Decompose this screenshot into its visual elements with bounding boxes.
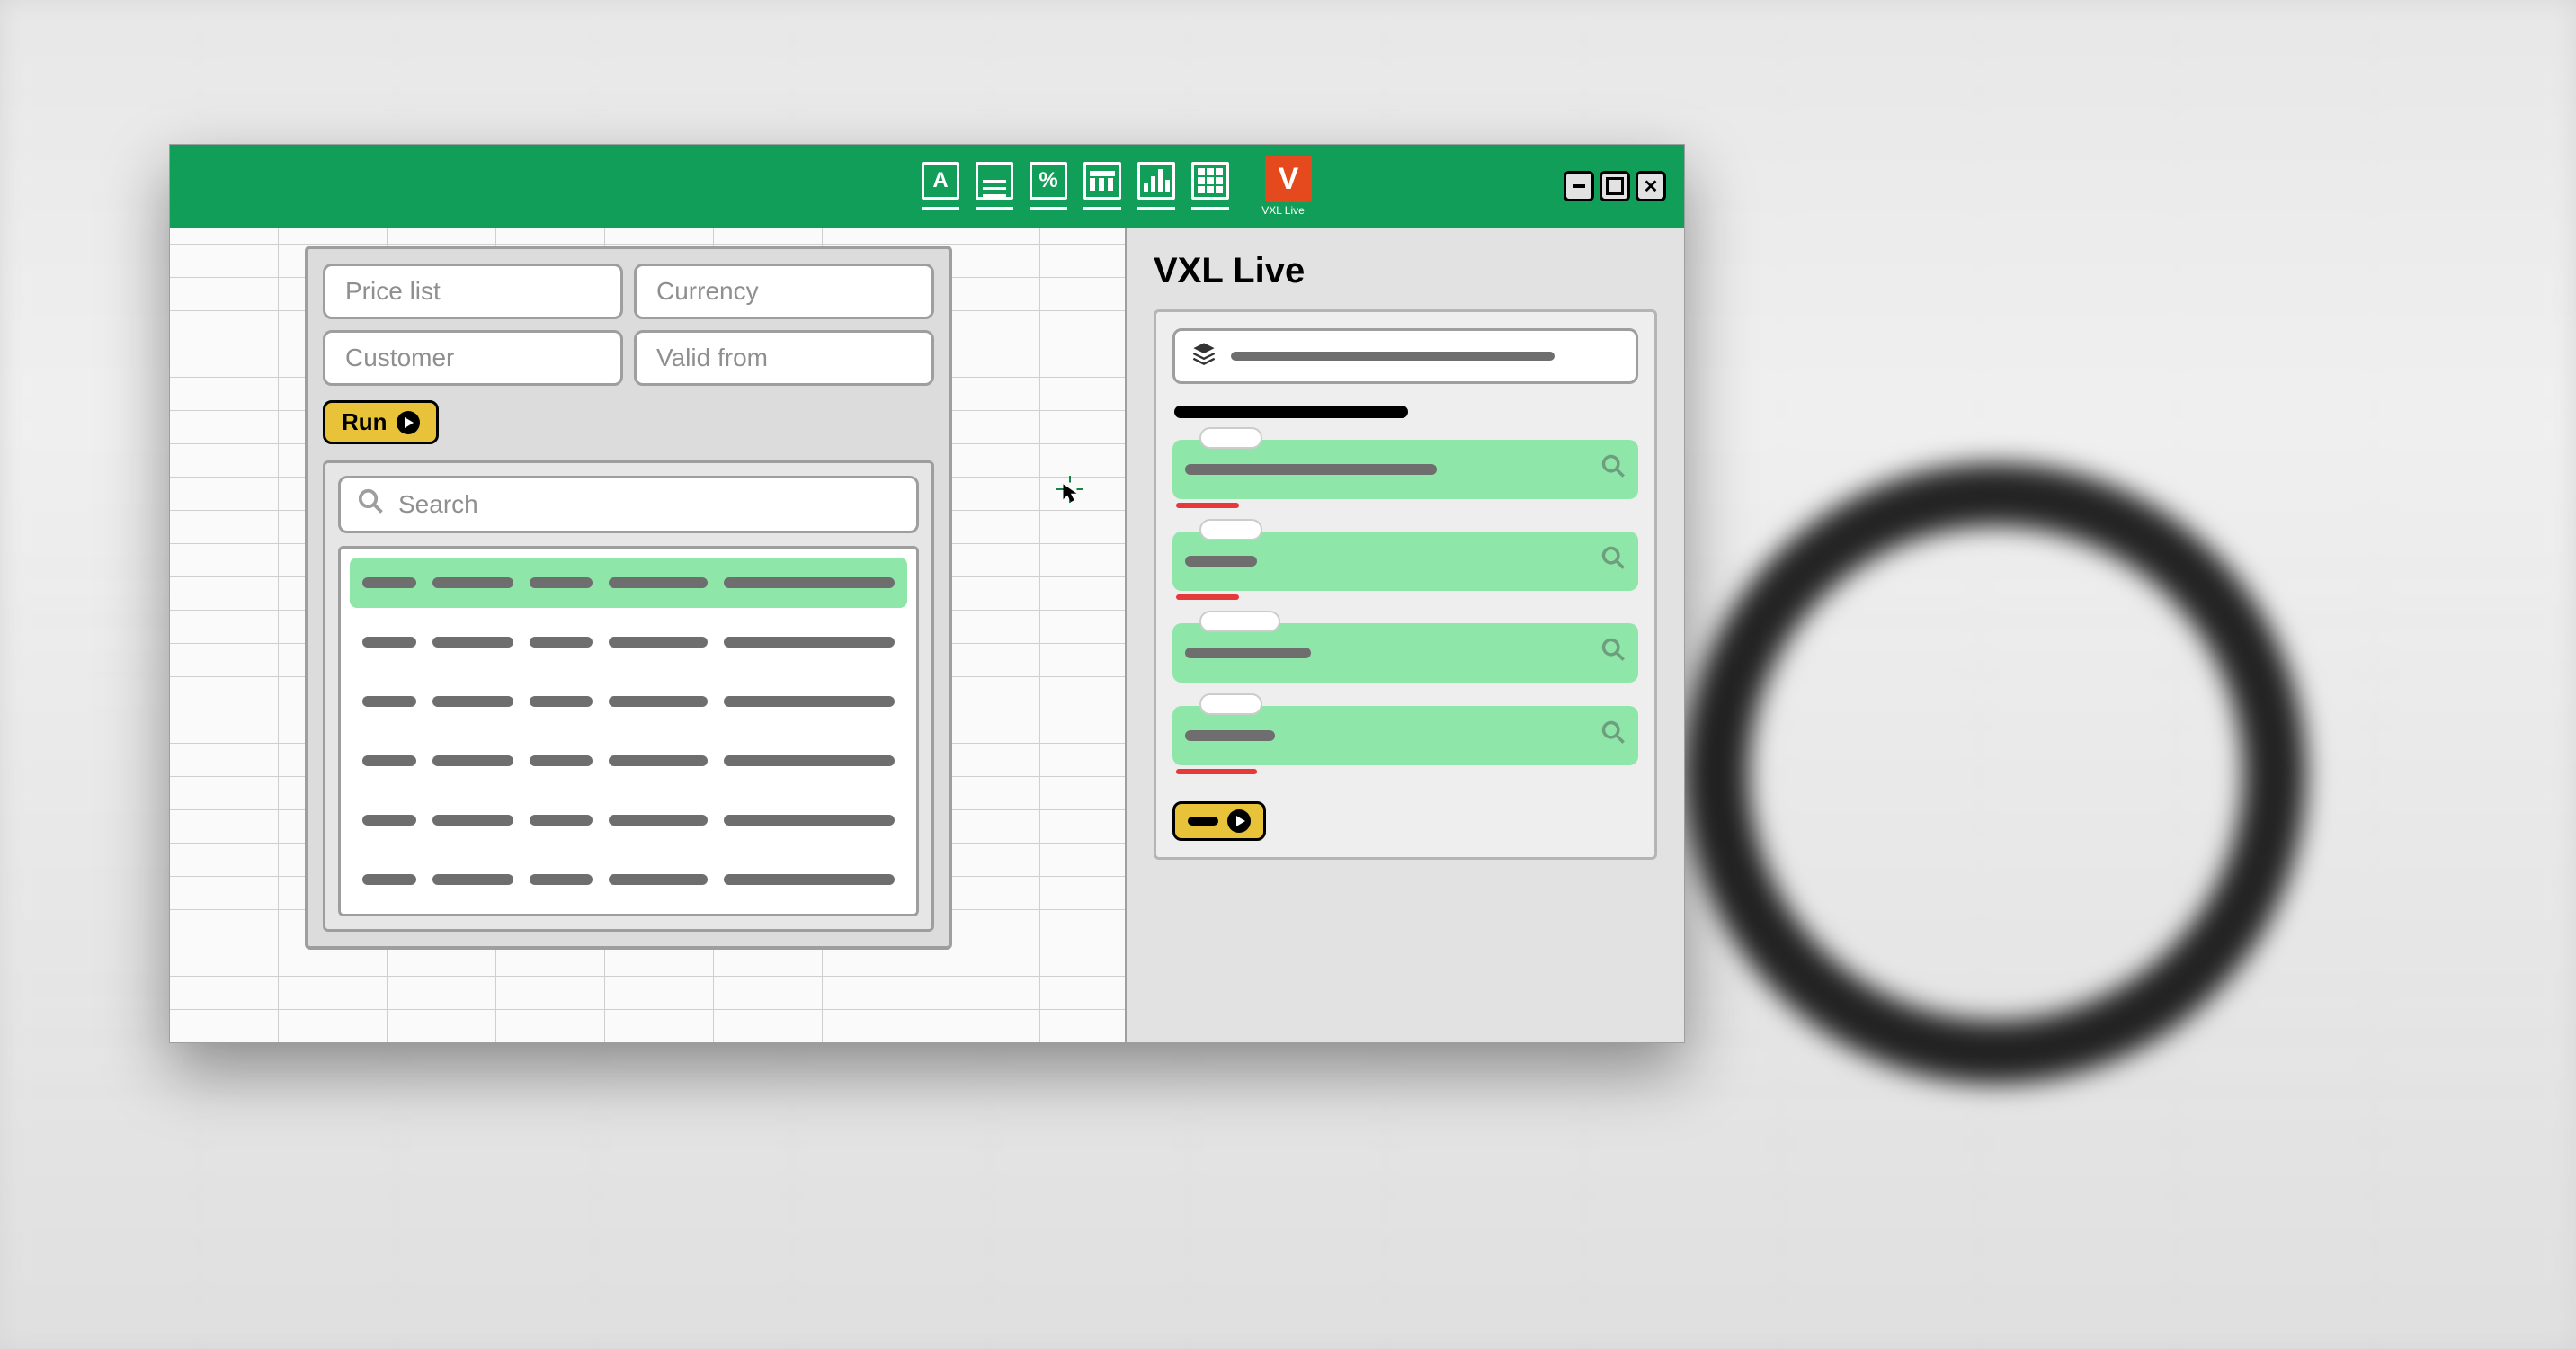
search-icon[interactable] [1600, 637, 1626, 669]
dropdown-value-placeholder [1231, 352, 1555, 361]
toolbar-grid-button[interactable] [1190, 162, 1231, 210]
parameter-field-3[interactable] [1172, 623, 1638, 683]
validation-error-indicator [1176, 503, 1239, 508]
section-label [1174, 406, 1408, 418]
parameter-field-2[interactable] [1172, 532, 1638, 591]
search-icon[interactable] [1600, 719, 1626, 752]
app-window: A % [169, 144, 1685, 1043]
valid-from-field[interactable]: Valid from [634, 330, 934, 386]
search-icon[interactable] [1600, 453, 1626, 486]
play-icon [397, 411, 420, 434]
side-panel: VXL Live [1127, 228, 1684, 1042]
titlebar: A % [170, 145, 1684, 228]
customer-field[interactable]: Customer [323, 330, 623, 386]
vxl-live-addin-button[interactable]: V VXL Live [1254, 156, 1312, 217]
validation-error-indicator [1176, 594, 1239, 600]
currency-field[interactable]: Currency [634, 264, 934, 319]
grid-icon [1191, 162, 1229, 200]
toolbar-percent-button[interactable]: % [1028, 162, 1069, 210]
result-row[interactable] [350, 795, 907, 845]
vxl-logo-caption: VXL Live [1261, 204, 1305, 217]
validation-error-indicator [1176, 769, 1257, 774]
parameter-field-1[interactable] [1172, 440, 1638, 499]
spreadsheet-area[interactable]: Price list Currency Customer Valid from … [170, 228, 1127, 1042]
dataset-dropdown[interactable] [1172, 328, 1638, 384]
percent-icon: % [1030, 162, 1067, 200]
result-row-selected[interactable] [350, 558, 907, 608]
toolbar-font-button[interactable]: A [920, 162, 961, 210]
go-button[interactable] [1172, 801, 1266, 841]
go-button-label [1188, 817, 1218, 826]
side-panel-title: VXL Live [1154, 251, 1657, 291]
window-controls [1564, 171, 1666, 201]
toolbar-table-button[interactable] [1082, 162, 1123, 210]
table-layout-icon [1083, 162, 1121, 200]
play-icon [1227, 809, 1251, 833]
search-icon[interactable] [1600, 545, 1626, 577]
parameter-chip [1199, 427, 1262, 449]
font-icon: A [922, 162, 959, 200]
parameter-field-4[interactable] [1172, 706, 1638, 765]
toolbar-chart-button[interactable] [1136, 162, 1177, 210]
result-row[interactable] [350, 736, 907, 786]
side-panel-card [1154, 309, 1657, 860]
vxl-logo-icon: V [1265, 156, 1312, 202]
minimize-button[interactable] [1564, 171, 1594, 201]
parameter-chip [1199, 611, 1280, 632]
search-placeholder: Search [398, 490, 478, 519]
run-button-label: Run [342, 408, 388, 436]
query-panel: Price list Currency Customer Valid from … [305, 246, 952, 950]
close-button[interactable] [1636, 171, 1666, 201]
parameter-chip [1199, 693, 1262, 715]
run-button[interactable]: Run [323, 400, 439, 444]
results-box: Search [323, 460, 934, 932]
chart-icon [1137, 162, 1175, 200]
layers-icon [1191, 341, 1217, 372]
result-row[interactable] [350, 617, 907, 667]
search-input[interactable]: Search [338, 476, 919, 533]
results-list [338, 546, 919, 916]
toolbar-align-button[interactable] [974, 162, 1015, 210]
result-row[interactable] [350, 676, 907, 727]
align-icon [976, 162, 1013, 200]
result-row[interactable] [350, 854, 907, 905]
search-icon [357, 487, 384, 522]
maximize-button[interactable] [1600, 171, 1630, 201]
price-list-field[interactable]: Price list [323, 264, 623, 319]
toolbar: A % [920, 156, 1312, 217]
parameter-chip [1199, 519, 1262, 540]
